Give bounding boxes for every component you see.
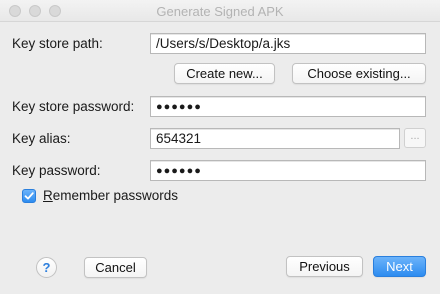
remember-passwords-label[interactable]: Remember passwords xyxy=(43,188,178,203)
key-alias-label: Key alias: xyxy=(12,131,71,146)
key-store-path-label: Key store path: xyxy=(12,36,103,51)
window-title: Generate Signed APK xyxy=(156,4,284,19)
key-password-label: Key password: xyxy=(12,163,101,178)
key-store-path-input[interactable]: /Users/s/Desktop/a.jks xyxy=(150,33,426,54)
previous-button[interactable]: Previous xyxy=(286,256,363,277)
next-button[interactable]: Next xyxy=(373,256,426,277)
remember-passwords-checkbox[interactable] xyxy=(22,189,36,203)
choose-existing-button[interactable]: Choose existing... xyxy=(292,63,426,84)
cancel-button[interactable]: Cancel xyxy=(84,257,147,278)
key-store-password-label: Key store password: xyxy=(12,99,135,114)
remember-passwords-text: emember passwords xyxy=(52,188,179,203)
title-bar: Generate Signed APK xyxy=(0,0,440,22)
check-icon xyxy=(24,192,34,200)
help-icon[interactable]: ? xyxy=(36,257,57,278)
key-alias-input[interactable]: 654321 xyxy=(150,128,400,149)
key-alias-browse-button[interactable]: ... xyxy=(404,128,426,148)
remember-passwords-mnemonic: R xyxy=(43,188,53,203)
create-new-button[interactable]: Create new... xyxy=(174,63,275,84)
key-store-password-input[interactable]: ●●●●●● xyxy=(150,96,426,117)
key-password-input[interactable]: ●●●●●● xyxy=(150,160,426,181)
